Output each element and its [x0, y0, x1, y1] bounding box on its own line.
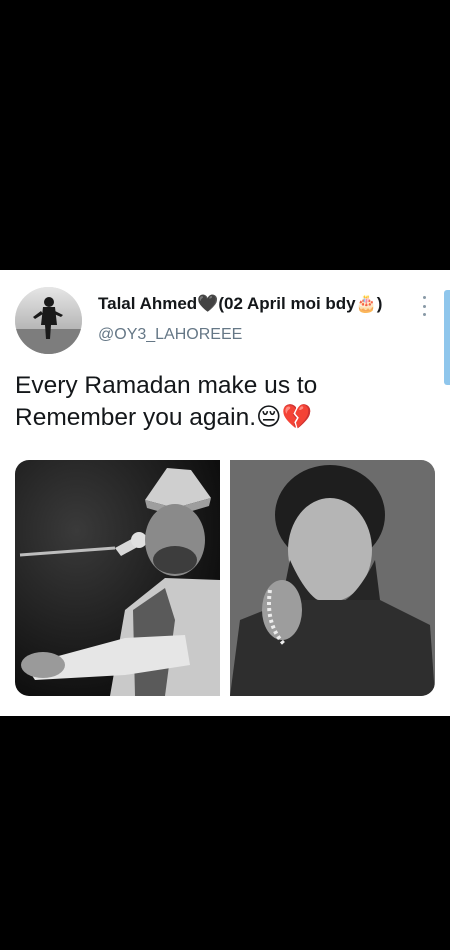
media-gap [220, 460, 230, 696]
tweet-text-line-1: Every Ramadan make us to [15, 372, 318, 399]
tweet-text: Every Ramadan make us to Remember you ag… [15, 370, 415, 434]
media-photo-2[interactable] [230, 460, 435, 696]
media-photo-1[interactable] [15, 460, 220, 696]
avatar-image [15, 287, 82, 354]
more-vertical-icon[interactable] [417, 296, 431, 316]
tweet-media[interactable] [15, 460, 435, 696]
scroll-indicator [444, 290, 450, 385]
bottom-black-area [0, 716, 450, 950]
tweet-card[interactable]: Talal Ahmed🖤(02 April moi bdy🎂) @OY3_LAH… [0, 270, 450, 716]
author-handle[interactable]: @OY3_LAHOREEE [98, 326, 242, 344]
author-name[interactable]: Talal Ahmed🖤(02 April moi bdy🎂) [98, 294, 382, 314]
avatar[interactable] [15, 287, 82, 354]
tweet-text-line-2: Remember you again.😔💔 [15, 404, 313, 431]
